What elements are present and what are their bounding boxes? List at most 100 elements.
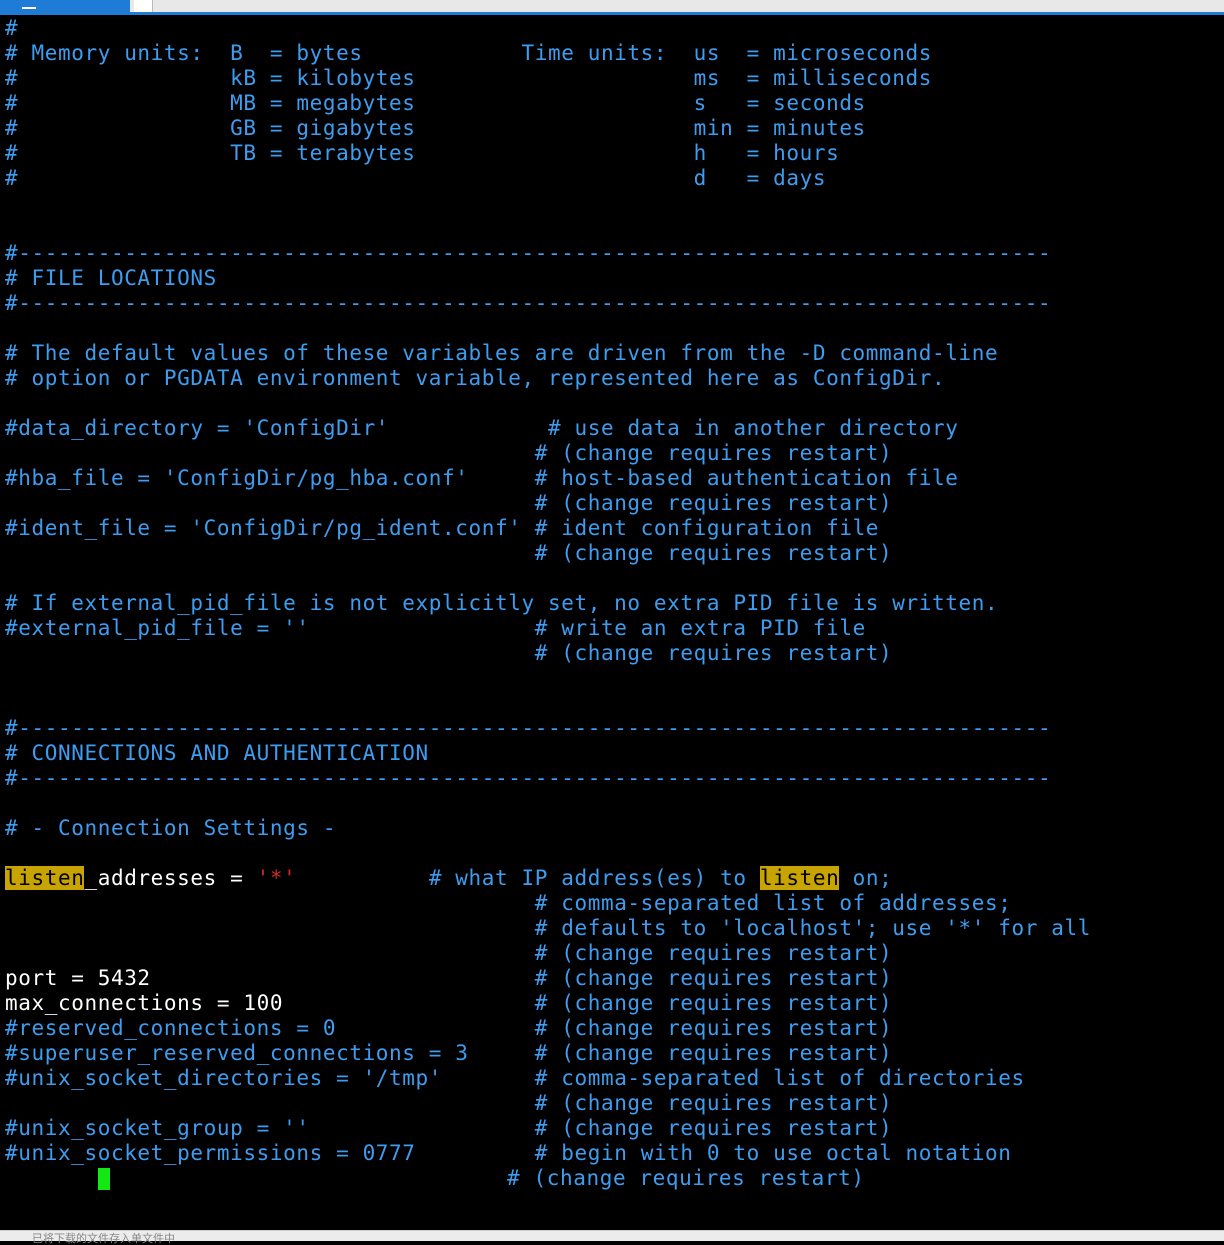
inline-comment: # ident configuration file [534,516,880,540]
comment-line: # GB = gigabytes min = minutes [5,116,1219,141]
commented-setting: #unix_socket_directories = '/tmp' [5,1066,443,1090]
inline-comment: # host-based authentication file [534,466,959,490]
padding [521,516,534,540]
commented-setting: #hba_file = 'ConfigDir/pg_hba.conf' [5,466,469,490]
inline-comment: # (change requires restart) [534,966,893,990]
config-line: #ident_file = 'ConfigDir/pg_ident.conf' … [5,516,1219,541]
inline-comment: on; [839,866,893,890]
comment-line: #---------------------------------------… [5,241,1219,266]
cursor-line: # (change requires restart) [5,1166,1219,1191]
config-line: #external_pid_file = '' # write an extra… [5,616,1219,641]
config-line: #hba_file = 'ConfigDir/pg_hba.conf' # ho… [5,466,1219,491]
inline-comment: # what IP address(es) to [428,866,760,890]
config-line: # (change requires restart) [5,1091,1219,1116]
comment-text: # [5,16,19,40]
comment-line: #---------------------------------------… [5,291,1219,316]
padding [416,1141,535,1165]
active-session-tab[interactable] [0,0,130,12]
comment-text: #---------------------------------------… [5,291,1052,315]
terminal-viewport[interactable]: # # Memory units: B = bytes Time units: u… [5,16,1219,1216]
padding [5,1166,98,1190]
active-setting: port = 5432 [5,966,151,990]
commented-setting: #unix_socket_permissions = 0777 [5,1141,416,1165]
inline-comment: # (change requires restart) [534,1016,893,1040]
comment-text: #---------------------------------------… [5,766,1052,790]
padding [442,1066,535,1090]
padding [110,1166,507,1190]
tab-indicator-icon [22,7,36,9]
commented-setting: #reserved_connections = 0 [5,1016,337,1040]
config-line: #reserved_connections = 0 # (change requ… [5,1016,1219,1041]
inline-comment: # (change requires restart) [534,641,893,665]
comment-line: # FILE LOCATIONS [5,266,1219,291]
text-cursor [97,1168,110,1190]
commented-setting: #external_pid_file = '' [5,616,310,640]
inline-comment: # (change requires restart) [534,991,893,1015]
padding [5,891,535,915]
padding [5,941,535,965]
config-line: # defaults to 'localhost'; use '*' for a… [5,916,1219,941]
padding [310,616,535,640]
padding [151,966,535,990]
comment-line: # kB = kilobytes ms = milliseconds [5,66,1219,91]
comment-line: #---------------------------------------… [5,766,1219,791]
inline-comment: # (change requires restart) [534,1041,893,1065]
inline-comment: # begin with 0 to use octal notation [534,1141,1012,1165]
window-tab-bar [0,0,1224,15]
padding [389,416,548,440]
comment-line: # MB = megabytes s = seconds [5,91,1219,116]
padding [5,1091,535,1115]
padding [5,641,535,665]
padding [469,466,535,490]
comment-text: # d = days [5,166,827,190]
listen-addresses-line: listen_addresses = '*' # what IP address… [5,866,1219,891]
comment-line: #---------------------------------------… [5,716,1219,741]
setting-value: '*' [256,866,297,890]
comment-text: # CONNECTIONS AND AUTHENTICATION [5,741,429,765]
inline-comment: # comma-separated list of addresses; [534,891,1012,915]
comment-text: # MB = megabytes s = seconds [5,91,866,115]
config-line: # (change requires restart) [5,491,1219,516]
comment-text: # TB = terabytes h = hours [5,141,840,165]
config-line: #superuser_reserved_connections = 3 # (c… [5,1041,1219,1066]
padding [5,541,535,565]
config-line: # (change requires restart) [5,541,1219,566]
comment-text: # GB = gigabytes min = minutes [5,116,866,140]
session-tab[interactable] [134,0,153,12]
comment-line: # If external_pid_file is not explicitly… [5,591,1219,616]
comment-text: # option or PGDATA environment variable,… [5,366,946,390]
status-hint: 已将下载的文件存入单文件中 [32,1232,175,1245]
comment-text: #---------------------------------------… [5,716,1052,740]
padding [5,441,535,465]
padding [296,866,428,890]
config-line: #unix_socket_permissions = 0777 # begin … [5,1141,1219,1166]
search-match: listen [5,866,85,890]
comment-line: # d = days [5,166,1219,191]
config-line: # (change requires restart) [5,941,1219,966]
config-line: # (change requires restart) [5,641,1219,666]
comment-line: # - Connection Settings - [5,816,1219,841]
comment-text: # kB = kilobytes ms = milliseconds [5,66,933,90]
inline-comment: # (change requires restart) [534,441,893,465]
config-setting-line: max_connections = 100 # (change requires… [5,991,1219,1016]
inline-comment: # (change requires restart) [534,541,893,565]
padding [5,916,535,940]
comment-line: # Memory units: B = bytes Time units: us… [5,41,1219,66]
commented-setting: #data_directory = 'ConfigDir' [5,416,390,440]
comment-line: # CONNECTIONS AND AUTHENTICATION [5,741,1219,766]
comment-text: #---------------------------------------… [5,241,1052,265]
status-bar: 已将下载的文件存入单文件中 [0,1230,1224,1245]
config-line: #unix_socket_directories = '/tmp' # comm… [5,1066,1219,1091]
comment-text: # If external_pid_file is not explicitly… [5,591,999,615]
padding [336,1016,535,1040]
comment-text: # - Connection Settings - [5,816,337,840]
padding [283,991,535,1015]
inline-comment: # use data in another directory [547,416,959,440]
